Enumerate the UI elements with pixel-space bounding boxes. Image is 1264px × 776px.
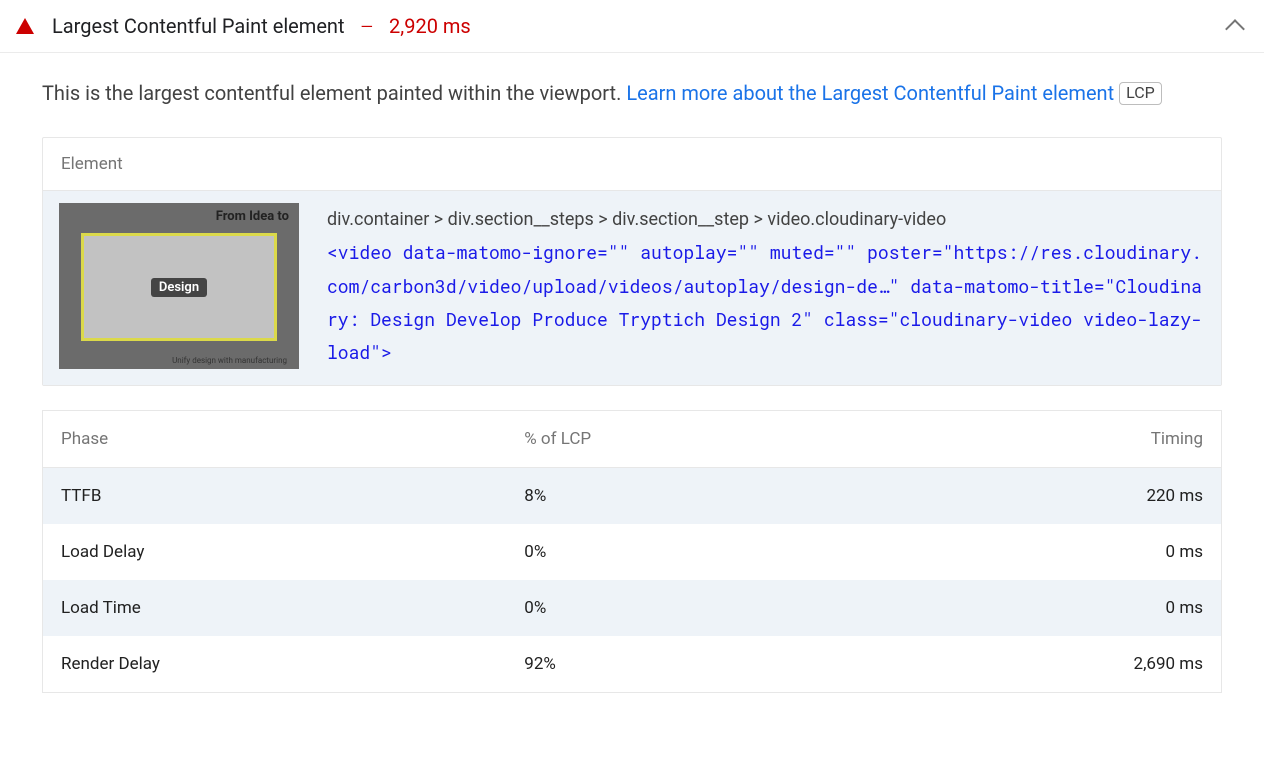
lcp-element-card: Element From Idea to Design Unify design… [42,137,1222,386]
panel-body: This is the largest contentful element p… [0,53,1264,701]
panel-header[interactable]: Largest Contentful Paint element — 2,920… [0,0,1264,53]
phase-timing: 0 ms [859,524,1222,580]
table-row: Load Time 0% 0 ms [43,580,1222,636]
phase-name: Load Time [43,580,507,636]
table-row: Render Delay 92% 2,690 ms [43,636,1222,693]
learn-more-link[interactable]: Learn more about the Largest Contentful … [626,81,1114,105]
phase-pct: 0% [506,580,858,636]
table-row: TTFB 8% 220 ms [43,468,1222,525]
audit-title: Largest Contentful Paint element [52,14,345,38]
thumb-top-text: From Idea to [216,209,289,224]
phase-name: TTFB [43,468,507,525]
table-row: Load Delay 0% 0 ms [43,524,1222,580]
thumb-chip-label: Design [151,278,207,297]
element-card-body: From Idea to Design Unify design with ma… [43,191,1221,385]
col-timing: Timing [859,411,1222,468]
phase-timing: 220 ms [859,468,1222,525]
phase-pct: 92% [506,636,858,693]
phase-timing: 0 ms [859,580,1222,636]
lcp-audit-panel: Largest Contentful Paint element — 2,920… [0,0,1264,701]
element-html-snippet: <video data-matomo-ignore="" autoplay=""… [327,236,1205,369]
phase-name: Render Delay [43,636,507,693]
lcp-phase-table: Phase % of LCP Timing TTFB 8% 220 ms Loa… [42,410,1222,693]
thumb-bottom-text: Unify design with manufacturing [172,356,287,365]
chevron-up-icon[interactable] [1225,19,1245,39]
element-detail: div.container > div.section__steps > div… [327,203,1205,369]
table-header-row: Phase % of LCP Timing [43,411,1222,468]
element-thumbnail: From Idea to Design Unify design with ma… [59,203,299,369]
phase-pct: 8% [506,468,858,525]
audit-description: This is the largest contentful element p… [42,77,1222,109]
description-lead: This is the largest contentful element p… [42,81,626,105]
col-pct: % of LCP [506,411,858,468]
phase-timing: 2,690 ms [859,636,1222,693]
element-selector-path: div.container > div.section__steps > div… [327,203,1205,236]
phase-name: Load Delay [43,524,507,580]
thumb-highlight-box: Design [81,233,277,341]
lcp-tag: LCP [1119,82,1162,105]
col-phase: Phase [43,411,507,468]
element-section-label: Element [43,138,1221,191]
warning-triangle-icon [16,18,34,34]
audit-metric-value: 2,920 ms [389,14,471,38]
metric-separator: — [361,17,374,36]
phase-pct: 0% [506,524,858,580]
